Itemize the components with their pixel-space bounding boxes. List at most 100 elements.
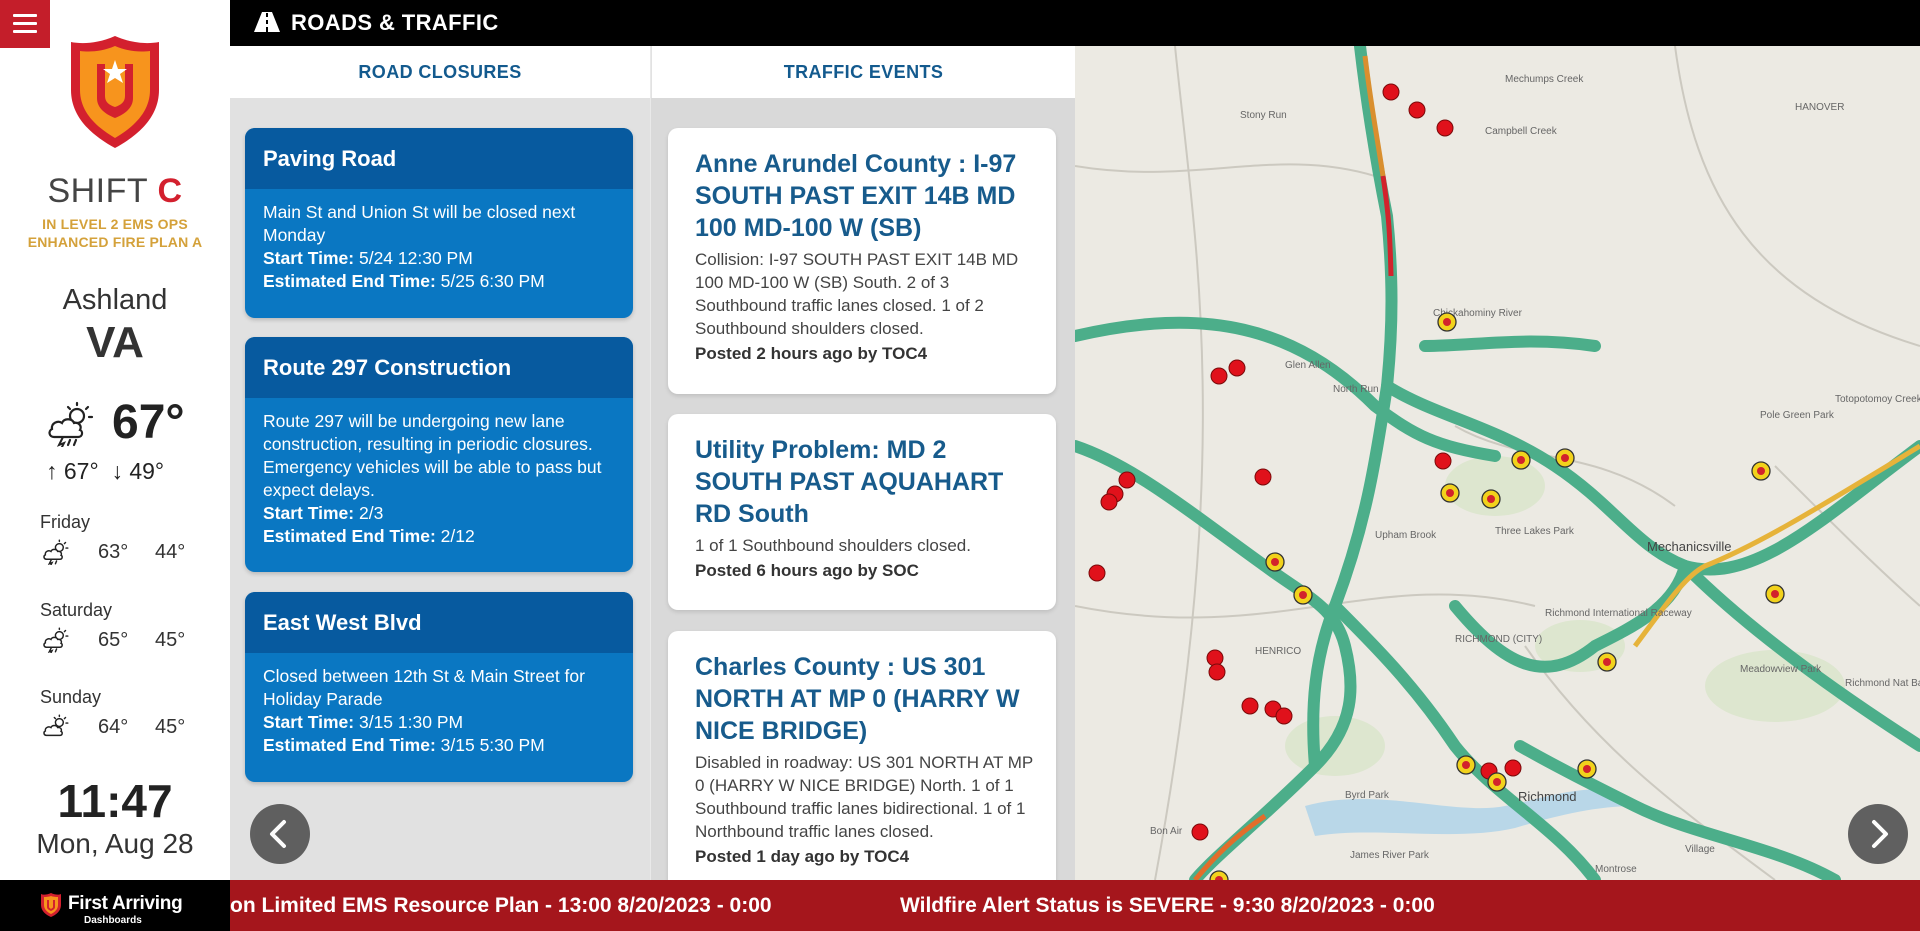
- map-label: Meadowview Park: [1740, 664, 1822, 675]
- construction-marker[interactable]: [1577, 759, 1597, 779]
- current-temperature: 67°: [112, 396, 185, 449]
- construction-marker[interactable]: [1437, 312, 1457, 332]
- event-description: Collision: I-97 SOUTH PAST EXIT 14B MD 1…: [695, 250, 1019, 338]
- closure-end-time: 5/25 6:30 PM: [440, 271, 545, 291]
- forecast-low: 44°: [155, 541, 186, 563]
- construction-marker[interactable]: [1293, 585, 1313, 605]
- map-label: James River Park: [1350, 850, 1430, 861]
- tab-road-closures[interactable]: ROAD CLOSURES: [230, 46, 650, 98]
- incident-marker[interactable]: [1228, 359, 1246, 377]
- state-name: VA: [86, 318, 144, 367]
- forecast-day-name: Saturday: [40, 600, 113, 620]
- incident-marker[interactable]: [1191, 823, 1209, 841]
- incident-marker[interactable]: [1382, 83, 1400, 101]
- construction-marker[interactable]: [1209, 870, 1229, 880]
- sidebar: SHIFT C IN LEVEL 2 EMS OPS ENHANCED FIRE…: [0, 0, 230, 880]
- tab-traffic-events[interactable]: TRAFFIC EVENTS: [651, 46, 1075, 98]
- event-title: Utility Problem: MD 2 SOUTH PAST AQUAHAR…: [695, 436, 1004, 528]
- traffic-map[interactable]: Mechumps Creek Stony Run Campbell Creek …: [1075, 46, 1920, 880]
- event-description: 1 of 1 Southbound shoulders closed.: [695, 536, 971, 555]
- event-posted: Posted 2 hours ago by TOC4: [695, 344, 928, 363]
- incident-marker[interactable]: [1210, 367, 1228, 385]
- ticker-item: on Limited EMS Resource Plan - 13:00 8/2…: [230, 894, 772, 917]
- incident-marker[interactable]: [1206, 649, 1224, 667]
- shift-label: SHIFT: [47, 172, 148, 210]
- incident-marker[interactable]: [1408, 101, 1426, 119]
- today-low: 49°: [129, 458, 165, 484]
- event-title: Charles County : US 301 NORTH AT MP 0 (H…: [695, 653, 1020, 745]
- incident-marker[interactable]: [1208, 663, 1226, 681]
- incident-marker[interactable]: [1241, 697, 1259, 715]
- map-label: Byrd Park: [1345, 790, 1390, 801]
- closure-start-label: Start Time:: [263, 712, 355, 732]
- map-label: HENRICO: [1255, 646, 1301, 657]
- construction-marker[interactable]: [1555, 448, 1575, 468]
- forecast-day-name: Sunday: [40, 687, 102, 707]
- chevron-right-icon: [1872, 820, 1888, 848]
- construction-marker[interactable]: [1597, 652, 1617, 672]
- closure-start-label: Start Time:: [263, 248, 355, 268]
- closure-card[interactable]: Route 297 Construction Route 297 will be…: [245, 337, 633, 572]
- closure-end-label: Estimated End Time:: [263, 735, 436, 755]
- closure-end-label: Estimated End Time:: [263, 526, 436, 546]
- arrow-down-icon: ↓: [111, 458, 123, 484]
- map-label: Pole Green Park: [1760, 410, 1835, 421]
- next-button[interactable]: [1848, 804, 1908, 864]
- closure-description: Route 297 will be undergoing new lane co…: [263, 411, 602, 500]
- map-label: Mechumps Creek: [1505, 74, 1584, 85]
- closure-title: East West Blvd: [245, 592, 633, 653]
- incident-marker[interactable]: [1275, 707, 1293, 725]
- construction-marker[interactable]: [1487, 772, 1507, 792]
- construction-marker[interactable]: [1456, 755, 1476, 775]
- incident-marker[interactable]: [1504, 759, 1522, 777]
- forecast-high: 63°: [98, 541, 129, 563]
- map-label: Richmond International Raceway: [1545, 608, 1692, 619]
- closure-card[interactable]: Paving Road Main St and Union St will be…: [245, 128, 633, 318]
- map-label: Stony Run: [1240, 110, 1287, 121]
- construction-marker[interactable]: [1265, 552, 1285, 572]
- map-label: Village: [1685, 844, 1715, 855]
- closure-end-time: 3/15 5:30 PM: [440, 735, 545, 755]
- thunderstorm-icon: [48, 401, 94, 447]
- closure-card[interactable]: East West Blvd Closed between 12th St & …: [245, 592, 633, 782]
- construction-marker[interactable]: [1440, 483, 1460, 503]
- first-arriving-logo-icon: [41, 893, 61, 917]
- construction-marker[interactable]: [1511, 450, 1531, 470]
- construction-marker[interactable]: [1481, 489, 1501, 509]
- incident-marker[interactable]: [1254, 468, 1272, 486]
- previous-button[interactable]: [250, 804, 310, 864]
- incident-marker[interactable]: [1434, 452, 1452, 470]
- thunderstorm-icon: [43, 627, 69, 653]
- dashboard: SHIFT C IN LEVEL 2 EMS OPS ENHANCED FIRE…: [0, 0, 1920, 931]
- event-card[interactable]: Charles County : US 301 NORTH AT MP 0 (H…: [668, 631, 1056, 880]
- today-high-low: ↑ 67° ↓ 49°: [46, 458, 216, 485]
- event-posted: Posted 6 hours ago by SOC: [695, 561, 919, 580]
- incident-marker[interactable]: [1436, 119, 1454, 137]
- event-card[interactable]: Utility Problem: MD 2 SOUTH PAST AQUAHAR…: [668, 414, 1056, 610]
- incident-marker[interactable]: [1100, 493, 1118, 511]
- forecast-low: 45°: [155, 716, 186, 738]
- map-label: Glen Allen: [1285, 360, 1331, 371]
- closure-start-time: 5/24 12:30 PM: [358, 248, 473, 268]
- map-label: Montrose: [1595, 864, 1637, 875]
- map-label: Richmond: [1518, 789, 1577, 804]
- event-card[interactable]: Anne Arundel County : I-97 SOUTH PAST EX…: [668, 128, 1056, 394]
- forecast-high: 65°: [98, 629, 129, 651]
- forecast-low: 45°: [155, 629, 186, 651]
- shift-letter: C: [157, 172, 183, 210]
- alert-ticker: on Limited EMS Resource Plan - 13:00 8/2…: [230, 880, 1920, 931]
- incident-marker[interactable]: [1118, 471, 1136, 489]
- construction-marker[interactable]: [1751, 461, 1771, 481]
- brand-subtitle: Dashboards: [84, 915, 142, 926]
- forecast-day-name: Friday: [40, 512, 91, 532]
- construction-marker[interactable]: [1765, 584, 1785, 604]
- current-weather: 67°: [46, 395, 206, 453]
- closure-description: Main St and Union St will be closed next…: [263, 202, 576, 245]
- closure-start-time: 3/15 1:30 PM: [358, 712, 464, 732]
- arrow-up-icon: ↑: [46, 458, 58, 484]
- menu-button[interactable]: [0, 0, 50, 48]
- event-description: Disabled in roadway: US 301 NORTH AT MP …: [695, 753, 1033, 841]
- thunderstorm-icon: [43, 539, 69, 565]
- ops-status-line2: ENHANCED FIRE PLAN A: [27, 234, 203, 250]
- incident-marker[interactable]: [1088, 564, 1106, 582]
